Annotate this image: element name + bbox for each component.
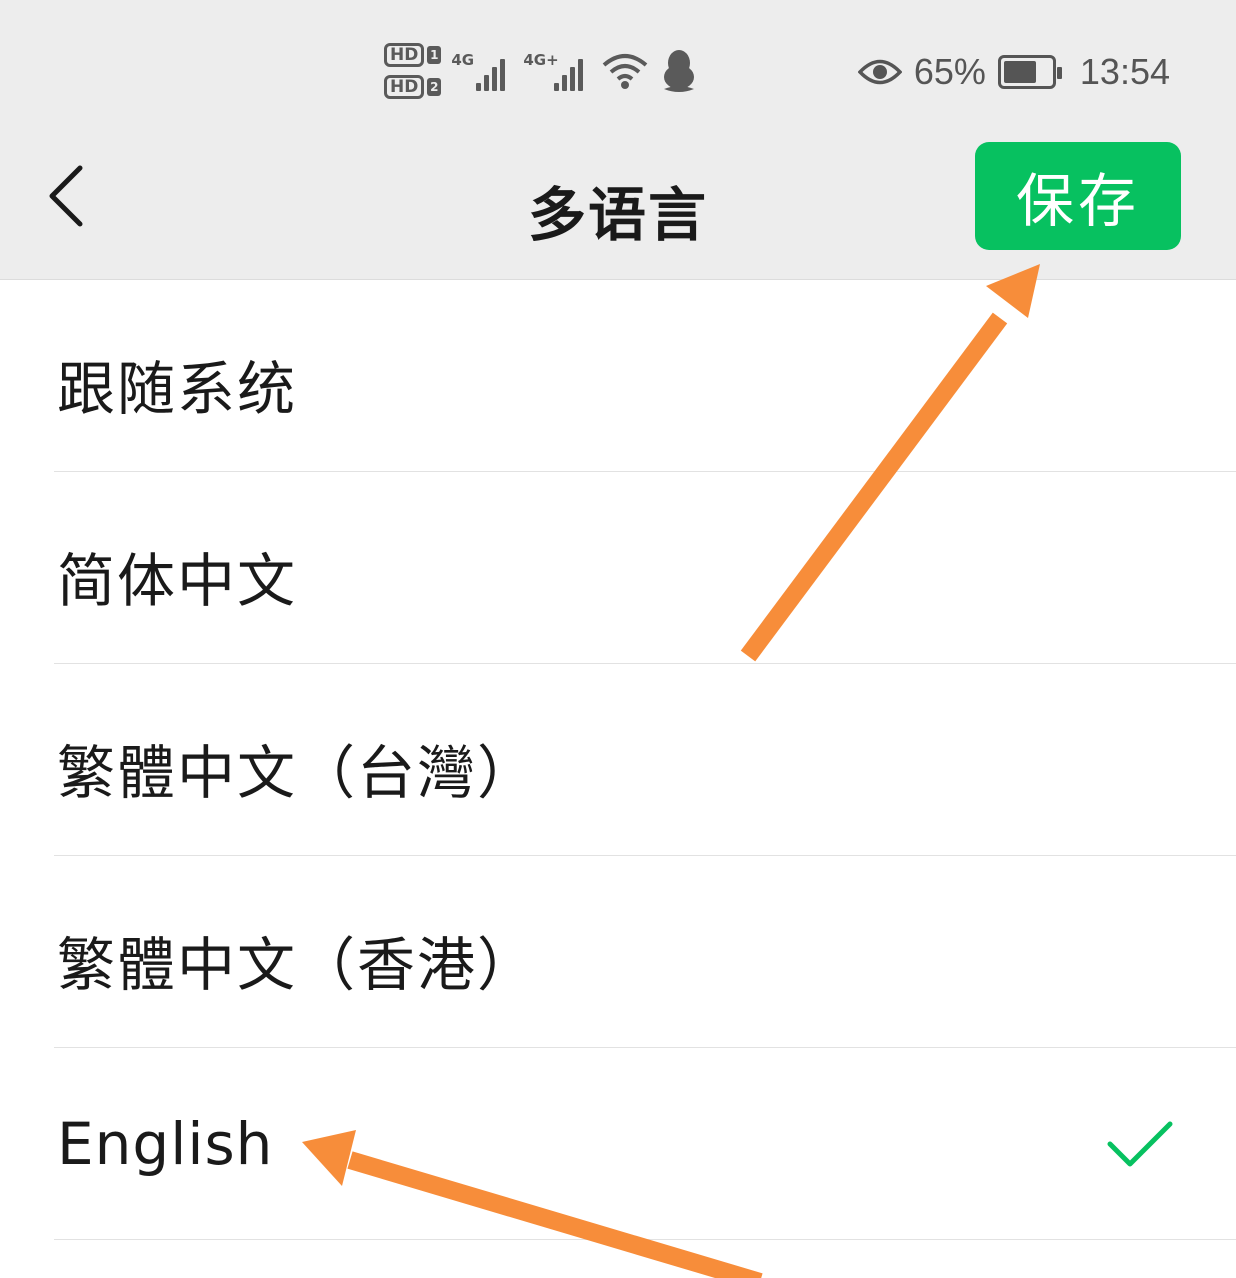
- clock: 13:54: [1079, 51, 1170, 92]
- eye-icon: [857, 59, 902, 85]
- wifi-icon: [603, 54, 648, 89]
- language-label: 繁體中文（香港）: [57, 931, 538, 999]
- signal1-network-label: 4G: [451, 51, 475, 69]
- list-item[interactable]: 繁體中文（香港）: [0, 856, 1236, 1048]
- hd-icon: HD 1 HD 2: [384, 43, 442, 99]
- language-label: English: [57, 1110, 274, 1178]
- list-item[interactable]: 繁體中文（台灣）: [0, 664, 1236, 856]
- signal-icon: 4G: [451, 51, 513, 91]
- battery-icon: [997, 55, 1062, 89]
- status-icons-right: 65% 13:54: [857, 44, 1170, 100]
- hd2-label: HD: [384, 75, 425, 99]
- language-label: 简体中文: [57, 547, 298, 615]
- list-item[interactable]: 跟随系统: [0, 280, 1236, 472]
- divider: [54, 1239, 1236, 1240]
- language-label: 繁體中文（台灣）: [57, 739, 538, 807]
- qq-penguin-icon: [664, 50, 695, 92]
- hd1-number: 1: [427, 46, 442, 64]
- list-item[interactable]: 简体中文: [0, 472, 1236, 664]
- status-icons-left: HD 1 HD 2 4G 4G+: [384, 38, 699, 104]
- language-list: 跟随系统 简体中文 繁體中文（台灣） 繁體中文（香港） English: [0, 280, 1236, 1240]
- screen: HD 1 HD 2 4G 4G+ 65% 13:54 多语言 保存 跟随系统 简…: [0, 0, 1236, 1278]
- hd1-label: HD: [384, 43, 425, 67]
- status-bar: HD 1 HD 2 4G 4G+ 65% 13:54: [0, 0, 1236, 140]
- language-label: 跟随系统: [57, 355, 298, 423]
- checkmark-icon: [1107, 1121, 1173, 1167]
- signal2-network-label: 4G+: [523, 51, 559, 69]
- save-button[interactable]: 保存: [975, 142, 1181, 250]
- list-item-selected[interactable]: English: [0, 1048, 1236, 1240]
- battery-percent: 65%: [913, 51, 986, 92]
- title-bar: 多语言 保存: [0, 140, 1236, 280]
- signal-icon: 4G+: [523, 51, 591, 91]
- hd2-number: 2: [427, 78, 442, 96]
